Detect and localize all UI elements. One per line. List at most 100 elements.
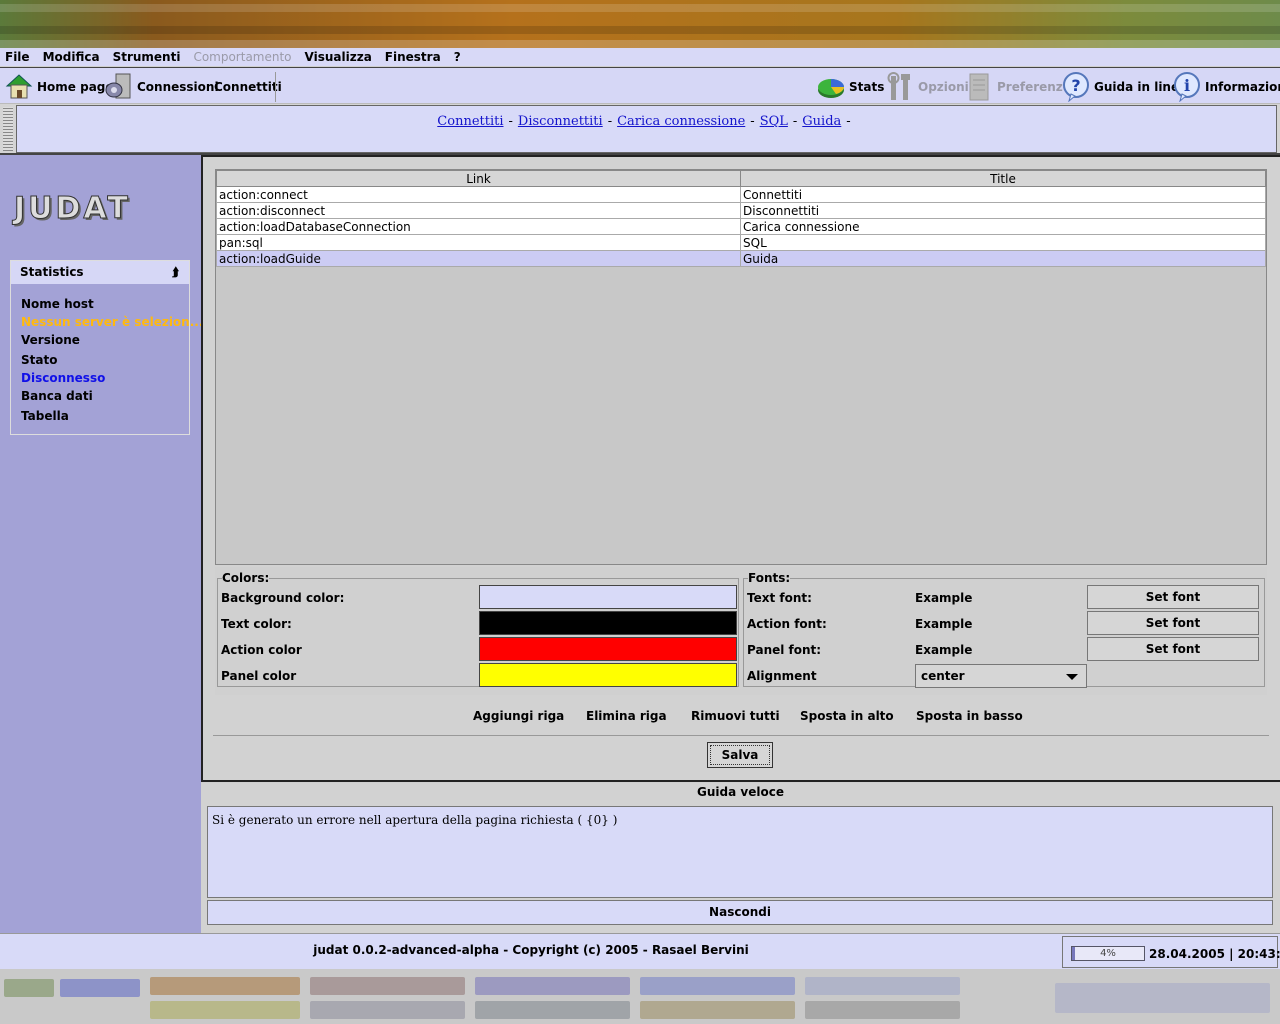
copyright-text: judat 0.0.2-advanced-alpha - Copyright (… xyxy=(313,943,749,957)
menu-comportamento: Comportamento xyxy=(193,50,292,64)
preferences-button: Preferenze xyxy=(964,68,1071,105)
background-window-strip xyxy=(0,0,1280,48)
link-bar: Connettiti - Disconnettiti - Carica connessi… xyxy=(0,104,1280,155)
svg-text:?: ? xyxy=(1071,76,1080,95)
datetime-display: 28.04.2005 | 20:43:50 xyxy=(1149,947,1280,961)
add-row-button[interactable]: Aggiungi riga xyxy=(473,709,564,723)
panel-font-label: Panel font: xyxy=(747,643,822,657)
table-cell[interactable]: action:loadDatabaseConnection xyxy=(216,218,741,235)
table-row[interactable]: action:connect Connettiti xyxy=(216,186,1266,203)
link-load-connection[interactable]: Carica connessione xyxy=(617,114,745,129)
hide-button[interactable]: Nascondi xyxy=(207,900,1273,925)
menu-finestra[interactable]: Finestra xyxy=(385,50,441,64)
table-cell[interactable]: Carica connessione xyxy=(740,218,1266,235)
table-row-selected[interactable]: action:loadGuide Guida xyxy=(216,250,1266,267)
panel-font-example: Example xyxy=(915,643,973,657)
alignment-label: Alignment xyxy=(747,669,817,683)
quick-guide-content: Si è generato un errore nell apertura de… xyxy=(207,806,1273,898)
move-down-button[interactable]: Sposta in basso xyxy=(916,709,1023,723)
save-button[interactable]: Salva xyxy=(707,742,773,768)
stat-hostname-value: Nessun server è selezion... xyxy=(21,315,204,329)
action-color-label: Action color xyxy=(221,643,302,657)
menu-visualizza[interactable]: Visualizza xyxy=(305,50,372,64)
svg-text:i: i xyxy=(1184,76,1190,95)
row-actions-bar: Aggiungi riga Elimina riga Rimuovi tutti… xyxy=(215,705,1267,729)
menu-bar: File Modifica Strumenti Comportamento Vi… xyxy=(0,48,1280,66)
stats-button[interactable]: Stats xyxy=(816,68,884,105)
main-panel: Link Title action:connect Connettiti act… xyxy=(201,155,1280,782)
status-right-panel: 4% 28.04.2005 | 20:43:50 xyxy=(1062,936,1280,968)
link-connect[interactable]: Connettiti xyxy=(437,114,503,129)
table-row[interactable]: action:loadDatabaseConnection Carica con… xyxy=(216,218,1266,235)
table-cell[interactable]: pan:sql xyxy=(216,234,741,251)
menu-help[interactable]: ? xyxy=(454,50,461,64)
menu-file[interactable]: File xyxy=(5,50,30,64)
home-page-label: Home page xyxy=(37,79,114,94)
link-disconnect[interactable]: Disconnettiti xyxy=(518,114,603,129)
toolbar-separator xyxy=(275,72,276,102)
stats-label: Stats xyxy=(849,79,885,94)
alignment-select[interactable]: center xyxy=(915,664,1087,688)
background-color-swatch[interactable] xyxy=(479,585,737,609)
table-cell[interactable]: action:loadGuide xyxy=(216,250,741,267)
column-header-link[interactable]: Link xyxy=(216,170,741,187)
dropdown-arrow-icon xyxy=(1066,674,1078,680)
table-cell[interactable]: action:disconnect xyxy=(216,202,741,219)
column-header-title[interactable]: Title xyxy=(740,170,1266,187)
text-font-example: Example xyxy=(915,591,973,605)
set-panel-font-button[interactable]: Set font xyxy=(1087,637,1259,661)
remove-all-button[interactable]: Rimuovi tutti xyxy=(691,709,780,723)
toolbar: Home page Connessioni Connettiti Stats O… xyxy=(0,67,1280,104)
collapse-icon[interactable]: ⮭ xyxy=(172,261,179,284)
connect-label: Connettiti xyxy=(214,79,282,94)
online-help-button[interactable]: ? Guida in linea xyxy=(1061,68,1187,105)
statistics-header[interactable]: Statistics ⮭ xyxy=(11,261,189,284)
link-panel: Connettiti - Disconnettiti - Carica connessi… xyxy=(16,105,1277,153)
save-bar: Salva xyxy=(213,735,1269,770)
connections-label: Connessioni xyxy=(137,79,219,94)
info-label: Informazioni xyxy=(1205,79,1280,94)
os-taskbar xyxy=(0,969,1280,1024)
set-action-font-button[interactable]: Set font xyxy=(1087,611,1259,635)
stat-version-label: Versione xyxy=(21,333,80,347)
progress-bar: 4% xyxy=(1071,946,1145,961)
links-table-container: Link Title action:connect Connettiti act… xyxy=(215,169,1267,565)
table-cell[interactable]: action:connect xyxy=(216,186,741,203)
connections-button[interactable]: Connessioni xyxy=(104,68,219,105)
database-server-icon xyxy=(104,72,134,102)
panel-color-swatch[interactable] xyxy=(479,663,737,687)
text-font-label: Text font: xyxy=(747,591,812,605)
delete-row-button[interactable]: Elimina riga xyxy=(586,709,667,723)
set-text-font-button[interactable]: Set font xyxy=(1087,585,1259,609)
status-bar: judat 0.0.2-advanced-alpha - Copyright (… xyxy=(0,933,1280,969)
table-cell[interactable]: Connettiti xyxy=(740,186,1266,203)
home-icon xyxy=(4,72,34,102)
table-row[interactable]: pan:sql SQL xyxy=(216,234,1266,251)
menu-modifica[interactable]: Modifica xyxy=(43,50,100,64)
table-row[interactable]: action:disconnect Disconnettiti xyxy=(216,202,1266,219)
drag-handle[interactable] xyxy=(3,107,13,151)
info-button[interactable]: i Informazioni xyxy=(1172,68,1280,105)
appearance-settings: Colors: Background color: Text color: Ac… xyxy=(215,567,1267,695)
move-up-button[interactable]: Sposta in alto xyxy=(800,709,894,723)
action-font-example: Example xyxy=(915,617,973,631)
table-cell[interactable]: Disconnettiti xyxy=(740,202,1266,219)
link-sql[interactable]: SQL xyxy=(760,114,788,129)
connect-button[interactable]: Connettiti xyxy=(214,68,282,105)
panel-color-label: Panel color xyxy=(221,669,297,683)
statistics-title: Statistics xyxy=(20,265,84,279)
quick-guide-panel: Guida veloce Si è generato un errore nel… xyxy=(201,783,1280,933)
action-color-swatch[interactable] xyxy=(479,637,737,661)
links-table: Link Title action:connect Connettiti act… xyxy=(216,170,1266,267)
menu-strumenti[interactable]: Strumenti xyxy=(113,50,181,64)
home-page-button[interactable]: Home page xyxy=(4,68,114,105)
quick-guide-title: Guida veloce xyxy=(697,785,784,799)
judat-logo: JUDAT xyxy=(14,191,131,227)
alignment-value: center xyxy=(921,669,965,683)
stat-state-label: Stato xyxy=(21,353,58,367)
document-icon xyxy=(964,72,994,102)
table-cell[interactable]: Guida xyxy=(740,250,1266,267)
link-guide[interactable]: Guida xyxy=(802,114,841,129)
text-color-swatch[interactable] xyxy=(479,611,737,635)
table-cell[interactable]: SQL xyxy=(740,234,1266,251)
